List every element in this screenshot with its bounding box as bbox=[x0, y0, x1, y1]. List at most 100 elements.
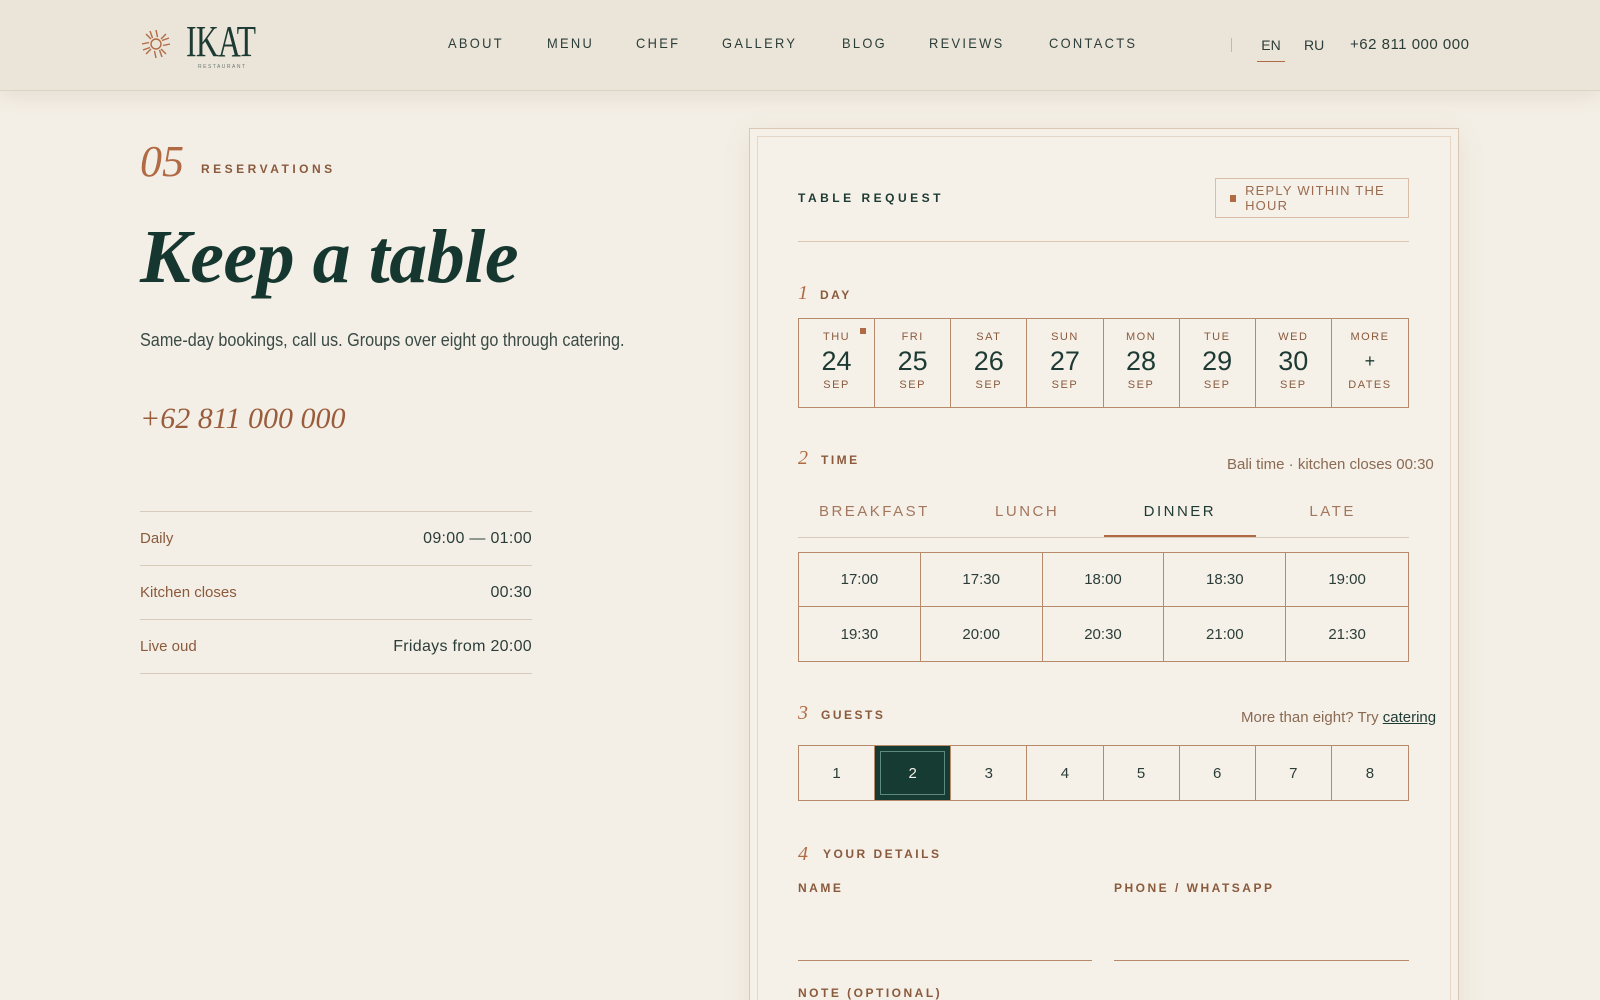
day-weekday: MON bbox=[1125, 331, 1157, 343]
hours-label: Kitchen closes bbox=[140, 584, 237, 601]
time-slot[interactable]: 19:30 bbox=[799, 607, 921, 661]
guest-option[interactable]: 8 bbox=[1332, 746, 1408, 800]
time-slot[interactable]: 21:00 bbox=[1164, 607, 1287, 661]
step-number: 4 bbox=[798, 843, 808, 865]
guest-count-picker: 1 2 3 4 5 6 7 8 bbox=[798, 745, 1409, 801]
day-weekday: FRI bbox=[901, 331, 924, 343]
timezone-note: Bali time · kitchen closes 00:30 bbox=[1227, 456, 1434, 473]
today-indicator-icon bbox=[860, 328, 867, 334]
time-slot-grid: 17:00 17:30 18:00 18:30 19:00 19:30 20:0… bbox=[798, 552, 1409, 662]
phone-field[interactable] bbox=[1114, 931, 1409, 961]
site-header: IKAT RESTAURANT ABOUT MENU CHEF GALLERY … bbox=[0, 0, 1600, 91]
time-slot[interactable]: 21:30 bbox=[1286, 607, 1408, 661]
name-label: NAME bbox=[798, 881, 844, 895]
day-weekday: WED bbox=[1278, 331, 1309, 343]
sun-ornament-icon bbox=[141, 29, 171, 59]
section-number: 05 bbox=[140, 137, 184, 186]
catering-link[interactable]: catering bbox=[1383, 709, 1436, 726]
tab-breakfast[interactable]: BREAKFAST bbox=[798, 494, 951, 537]
day-number: 26 bbox=[973, 346, 1004, 376]
divider bbox=[798, 241, 1409, 242]
more-dates-button[interactable]: MORE + DATES bbox=[1332, 319, 1408, 407]
day-number: 28 bbox=[1126, 346, 1157, 376]
header-phone-link[interactable]: +62 811 000 000 bbox=[1350, 36, 1469, 53]
name-field[interactable] bbox=[798, 931, 1092, 961]
time-slot[interactable]: 17:30 bbox=[920, 553, 1043, 607]
nav-blog[interactable]: BLOG bbox=[842, 35, 887, 51]
brand-tagline: RESTAURANT bbox=[198, 64, 247, 70]
day-option[interactable]: WED 30 SEP bbox=[1256, 319, 1332, 407]
guest-option-selected[interactable]: 2 bbox=[875, 746, 952, 800]
brand-name: IKAT bbox=[186, 17, 256, 66]
guest-option[interactable]: 1 bbox=[799, 746, 876, 800]
day-option[interactable]: MON 28 SEP bbox=[1104, 319, 1180, 407]
day-weekday: TUE bbox=[1203, 331, 1231, 343]
hours-row: Live oud Fridays from 20:00 bbox=[140, 620, 532, 674]
time-slot[interactable]: 20:30 bbox=[1043, 607, 1165, 661]
phone-label: PHONE / WHATSAPP bbox=[1114, 881, 1275, 895]
day-number: 24 bbox=[821, 346, 852, 376]
day-month: SEP bbox=[975, 379, 1003, 391]
time-slot[interactable]: 19:00 bbox=[1286, 553, 1408, 607]
nav-chef[interactable]: CHEF bbox=[636, 35, 680, 51]
day-month: DATES bbox=[1348, 379, 1392, 391]
meal-tabs: BREAKFAST LUNCH DINNER LATE bbox=[798, 494, 1409, 538]
header-divider bbox=[1231, 38, 1232, 52]
hours-row: Kitchen closes 00:30 bbox=[140, 566, 532, 620]
section-label: RESERVATIONS bbox=[201, 162, 336, 176]
catering-note: More than eight? Try catering bbox=[1241, 709, 1436, 726]
step-number: 1 bbox=[798, 282, 808, 304]
day-option[interactable]: THU 24 SEP bbox=[799, 319, 876, 407]
day-option[interactable]: SUN 27 SEP bbox=[1027, 319, 1104, 407]
nav-contacts[interactable]: CONTACTS bbox=[1049, 35, 1137, 51]
day-option[interactable]: SAT 26 SEP bbox=[951, 319, 1028, 407]
lang-ru-button[interactable]: RU bbox=[1304, 37, 1324, 53]
tab-lunch[interactable]: LUNCH bbox=[951, 494, 1104, 537]
day-number: 27 bbox=[1049, 346, 1080, 376]
catering-note-text: More than eight? Try bbox=[1241, 709, 1379, 726]
square-bullet-icon bbox=[1230, 194, 1237, 202]
reservation-phone-link[interactable]: +62 811 000 000 bbox=[140, 402, 346, 436]
day-option[interactable]: FRI 25 SEP bbox=[875, 319, 952, 407]
step-number: 3 bbox=[798, 702, 808, 724]
day-month: SEP bbox=[899, 379, 926, 391]
guest-option[interactable]: 4 bbox=[1027, 746, 1104, 800]
day-month: SEP bbox=[823, 379, 850, 391]
page-title: Keep a table bbox=[140, 215, 519, 299]
brand-logo[interactable]: IKAT RESTAURANT bbox=[140, 18, 256, 70]
reply-badge-label: REPLY WITHIN THE HOUR bbox=[1245, 183, 1385, 213]
day-option[interactable]: TUE 29 SEP bbox=[1180, 319, 1256, 407]
guest-option[interactable]: 5 bbox=[1104, 746, 1180, 800]
reply-badge: REPLY WITHIN THE HOUR bbox=[1215, 178, 1409, 218]
hours-value: 00:30 bbox=[490, 583, 532, 601]
step-label-guests: GUESTS bbox=[821, 708, 886, 722]
step-label-details: YOUR DETAILS bbox=[823, 847, 942, 861]
day-month: SEP bbox=[1127, 379, 1155, 391]
nav-gallery[interactable]: GALLERY bbox=[722, 35, 797, 51]
tab-dinner[interactable]: DINNER bbox=[1103, 494, 1257, 537]
guest-option[interactable]: 6 bbox=[1180, 746, 1256, 800]
time-slot[interactable]: 17:00 bbox=[799, 553, 921, 607]
lang-en-button[interactable]: EN bbox=[1257, 37, 1285, 62]
hours-row: Daily 09:00 — 01:00 bbox=[140, 512, 532, 566]
day-weekday: SUN bbox=[1051, 331, 1079, 343]
guest-option[interactable]: 3 bbox=[951, 746, 1028, 800]
time-slot[interactable]: 18:00 bbox=[1042, 553, 1165, 607]
nav-reviews[interactable]: REVIEWS bbox=[929, 35, 1005, 51]
tab-late[interactable]: LATE bbox=[1256, 494, 1409, 537]
time-slot[interactable]: 20:00 bbox=[921, 607, 1043, 661]
plus-icon: + bbox=[1364, 351, 1376, 371]
step-label-time: TIME bbox=[821, 453, 860, 467]
hours-value: 09:00 — 01:00 bbox=[423, 529, 532, 547]
day-weekday: SAT bbox=[976, 331, 1002, 343]
guest-option[interactable]: 7 bbox=[1256, 746, 1332, 800]
day-picker: THU 24 SEP FRI 25 SEP SAT 26 SEP SUN 27 … bbox=[798, 318, 1409, 408]
step-number: 2 bbox=[798, 447, 808, 469]
nav-about[interactable]: ABOUT bbox=[448, 35, 504, 51]
main-nav: ABOUT MENU CHEF GALLERY BLOG REVIEWS CON… bbox=[448, 35, 1183, 51]
day-month: SEP bbox=[1051, 379, 1079, 391]
form-title: TABLE REQUEST bbox=[798, 191, 944, 205]
time-slot[interactable]: 18:30 bbox=[1164, 553, 1287, 607]
note-label: NOTE (OPTIONAL) bbox=[798, 986, 943, 1000]
nav-menu[interactable]: MENU bbox=[547, 35, 594, 51]
